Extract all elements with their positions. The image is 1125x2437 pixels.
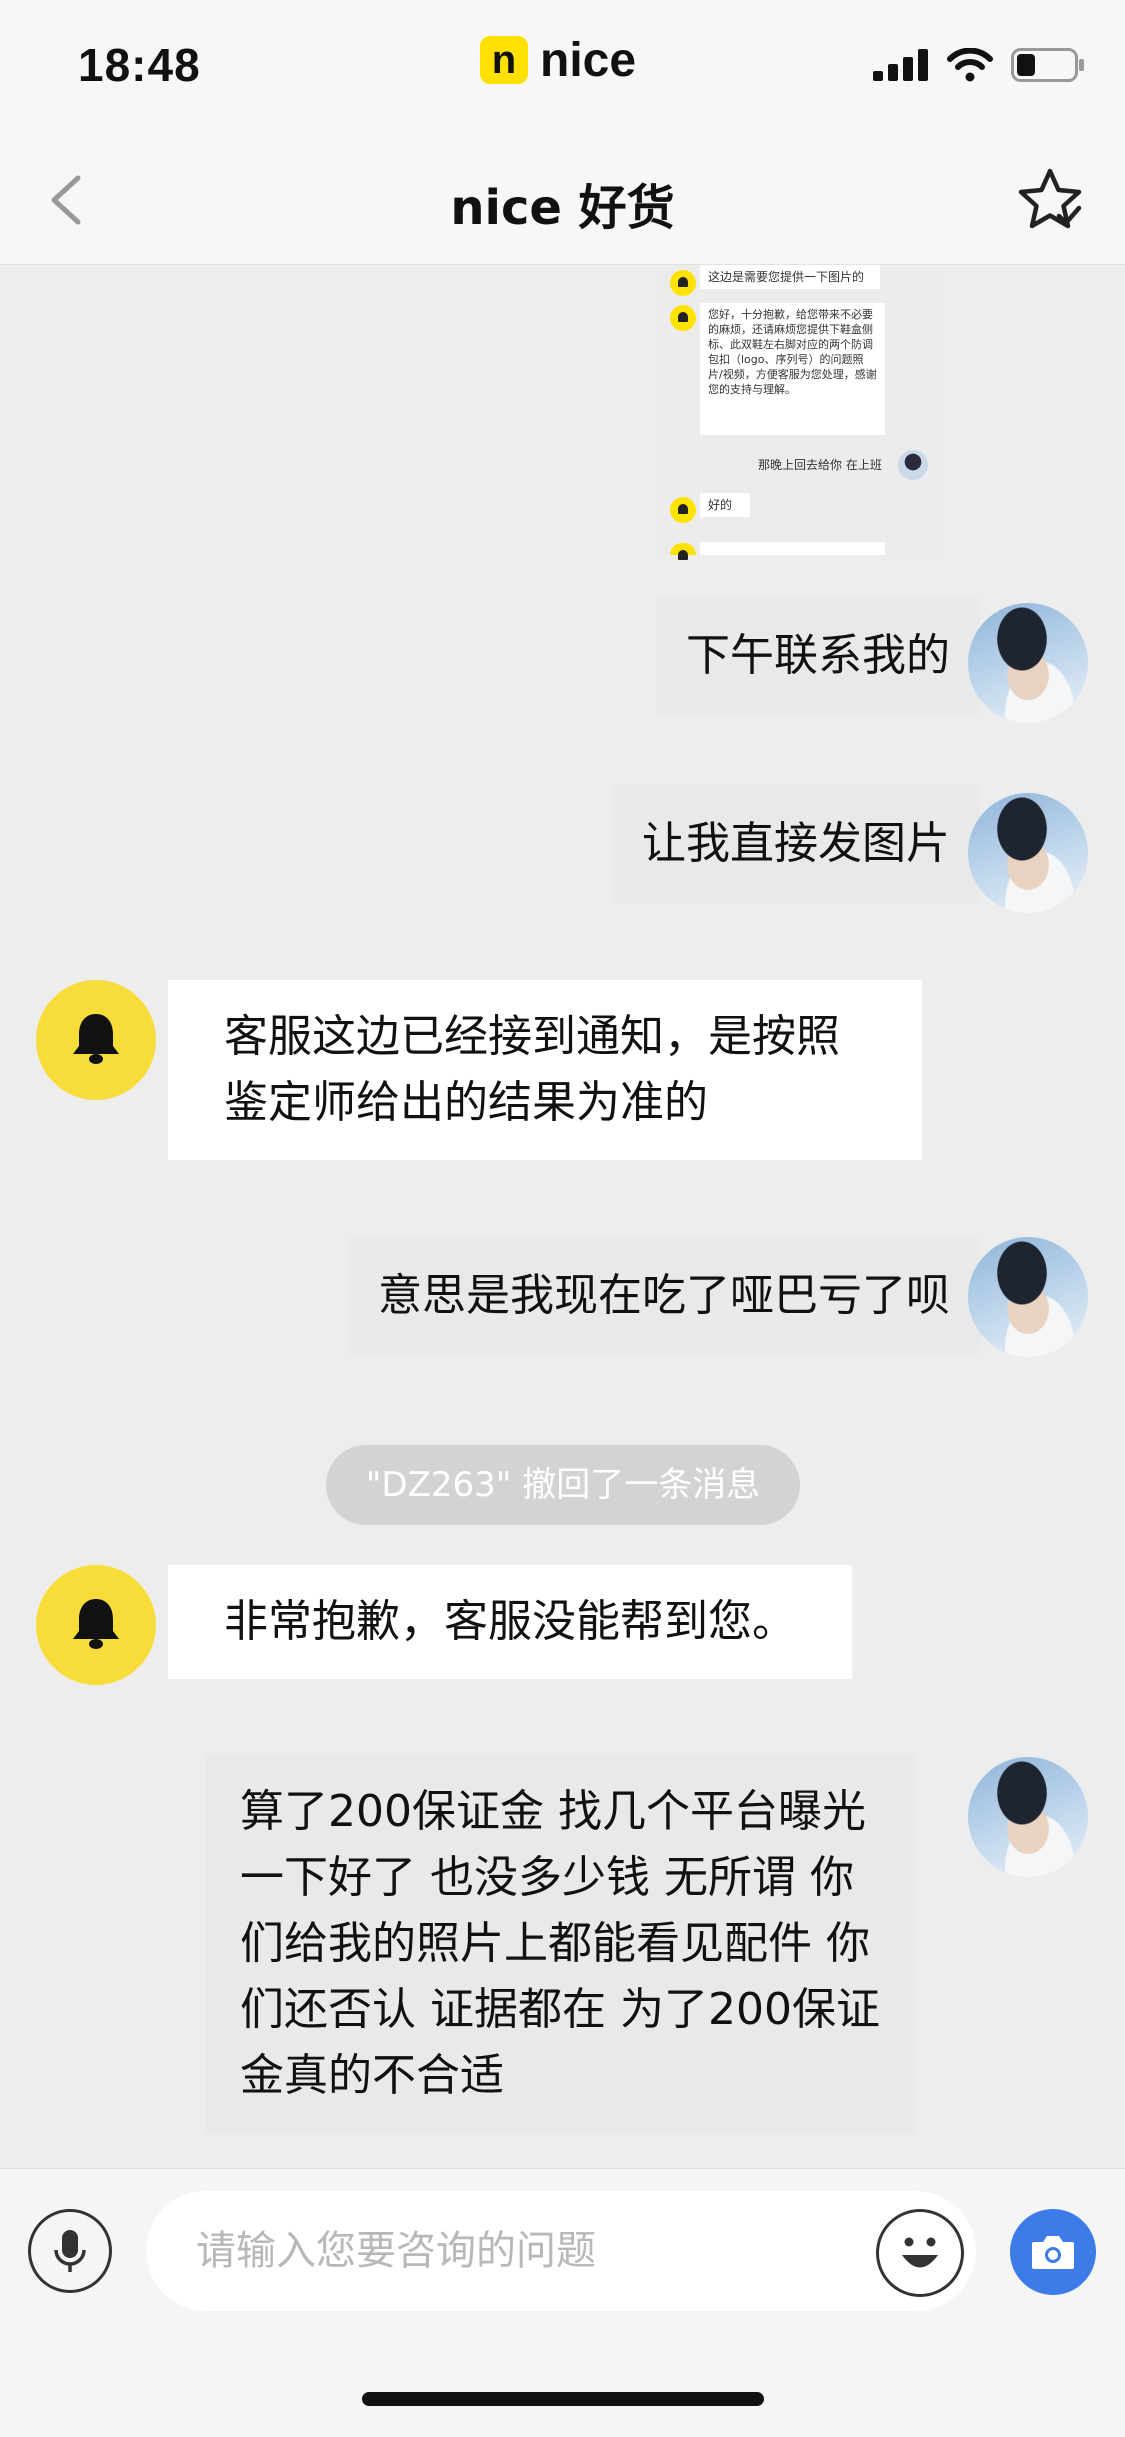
status-bar: 18:48 n nice [0, 0, 1125, 130]
smiley-icon [902, 2237, 938, 2268]
camera-button[interactable] [1010, 2209, 1096, 2295]
camera-icon [1032, 2236, 1074, 2269]
page-title: nice 好货 [450, 180, 675, 236]
voice-button[interactable] [28, 2209, 112, 2293]
avatar[interactable] [968, 793, 1088, 913]
bell-icon [670, 497, 696, 523]
brand-name: nice [540, 33, 637, 87]
avatar[interactable] [968, 603, 1088, 723]
home-indicator [362, 2392, 764, 2406]
bell-icon [73, 1599, 119, 1649]
bell-icon [73, 1014, 119, 1064]
message-bubble-service: 非常抱歉，客服没能帮到您。 [168, 1565, 852, 1679]
message-bubble-service: 客服这边已经接到通知，是按照鉴定师给出的结果为准的 [168, 980, 922, 1160]
battery-icon [1011, 48, 1084, 82]
service-avatar[interactable] [36, 1565, 156, 1685]
status-time: 18:48 [78, 39, 201, 91]
emoji-button[interactable] [876, 2209, 964, 2297]
service-avatar[interactable] [36, 980, 156, 1100]
nav-bar: nice 好货 [0, 130, 1125, 265]
preview-message: 好的 [700, 493, 750, 517]
screenshot-image[interactable]: 这边是需要您提供一下图片的 您好，十分抱歉，给您带来不必要的麻烦，还请麻烦您提供… [660, 265, 940, 560]
microphone-icon [54, 2230, 86, 2272]
brand-logo: n nice [480, 30, 636, 90]
star-check-icon [1018, 168, 1082, 229]
chat-area[interactable]: 这边是需要您提供一下图片的 您好，十分抱歉，给您带来不必要的麻烦，还请麻烦您提供… [0, 265, 1125, 2168]
bell-icon [670, 543, 696, 560]
preview-message: 这边是需要您提供一下图片的 [700, 265, 880, 289]
status-icons [873, 48, 1085, 82]
brand-badge: n [480, 36, 528, 84]
preview-message: 您好，十分抱歉，给您带来不必要的麻烦，还请麻烦您提供下鞋盒侧标、此双鞋左右脚对应… [700, 303, 885, 435]
message-input[interactable] [146, 2191, 976, 2311]
message-bubble-user: 意思是我现在吃了哑巴亏了呗 [348, 1237, 980, 1355]
preview-bubble-cut [700, 542, 885, 555]
bell-icon [670, 305, 696, 331]
avatar[interactable] [968, 1757, 1088, 1877]
message-bubble-user: 下午联系我的 [656, 597, 980, 715]
avatar [898, 450, 928, 480]
message-bubble-user: 让我直接发图片 [612, 785, 980, 903]
preview-message: 那晚上回去给你 在上班 [758, 458, 882, 472]
recall-notice: "DZ263" 撤回了一条消息 [326, 1445, 800, 1525]
bell-icon [670, 270, 696, 296]
message-bubble-user: 算了200保证金 找几个平台曝光一下好了 也没多少钱 无所谓 你们给我的照片上都… [206, 1755, 916, 2133]
favorite-button[interactable] [1015, 166, 1085, 236]
signal-icon [873, 49, 928, 81]
avatar[interactable] [968, 1237, 1088, 1357]
wifi-icon [947, 48, 993, 82]
